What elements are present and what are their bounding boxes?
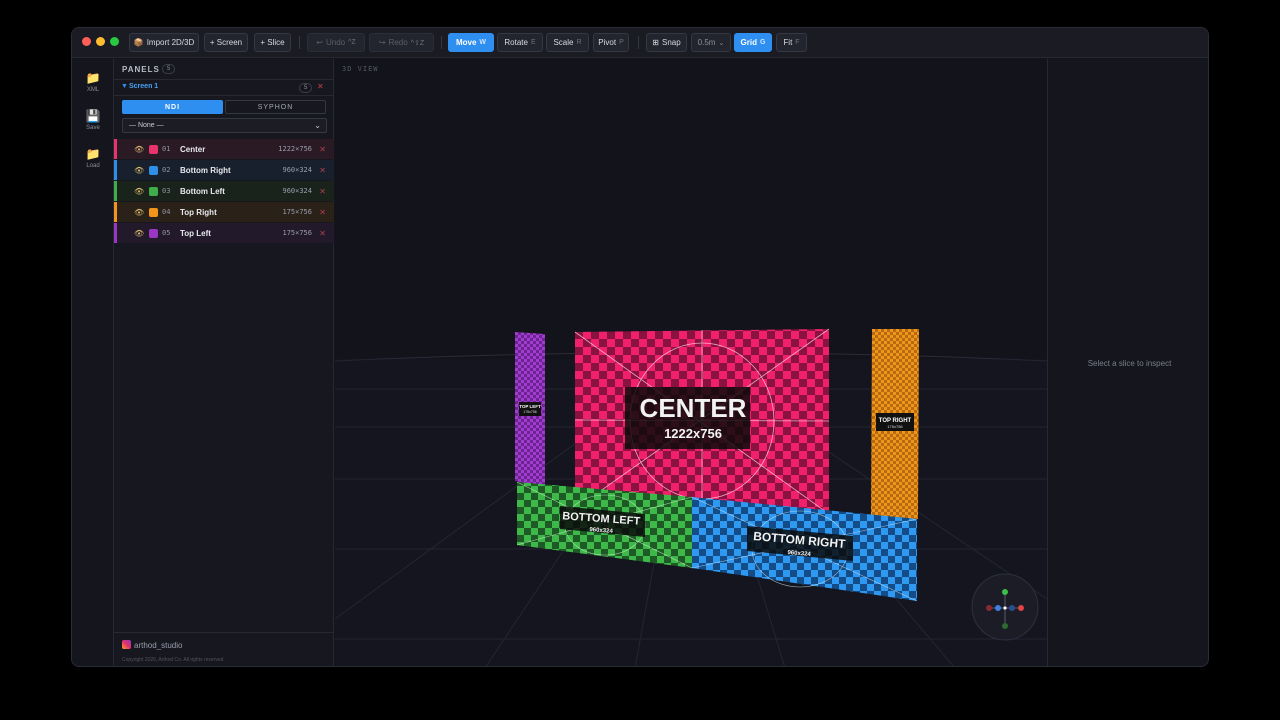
color-bar (114, 139, 117, 159)
footer-copyright: Copyright 2026, Arthod Co. All rights re… (122, 657, 224, 663)
add-slice-button[interactable]: + Slice (254, 33, 291, 52)
redo-icon: ↪ (378, 38, 386, 47)
panels-sidebar: PANELS 5 ▼ Screen 1 5 ✕ NDI SYPHON — Non… (114, 59, 334, 666)
chevron-down-icon: ▼ (121, 83, 128, 90)
scale-tool-button[interactable]: Scale R (546, 33, 589, 52)
undo-icon: ↩ (316, 38, 323, 47)
divider (114, 632, 334, 633)
panel-row-top-right[interactable]: 👁 04 Top Right 175×756 ✕ (114, 202, 334, 222)
maximize-window-button[interactable] (110, 37, 119, 46)
panels-count-badge: 5 (162, 64, 176, 74)
panel-row-top-left[interactable]: 👁 05 Top Left 175×756 ✕ (114, 223, 334, 243)
screen-name: Screen 1 (129, 83, 159, 90)
snap-toggle-button[interactable]: ⊞ Snap (646, 33, 687, 52)
panel-row-center[interactable]: 👁 01 Center 1222×756 ✕ (114, 139, 334, 159)
undo-button[interactable]: ↩ Undo ^Z (307, 33, 365, 52)
color-bar (114, 223, 117, 243)
left-rail: 📁 XML 💾 Save 📁 Load (72, 59, 114, 666)
fit-view-button[interactable]: Fit F (776, 33, 807, 52)
color-swatch (149, 186, 158, 196)
eye-icon[interactable]: 👁 (134, 229, 144, 238)
move-tool-button[interactable]: Move W (448, 33, 494, 52)
panel-row-bottom-left[interactable]: 👁 03 Bottom Left 960×324 ✕ (114, 181, 334, 201)
delete-icon[interactable]: ✕ (319, 145, 326, 154)
top-right-screen[interactable]: TOP RIGHT 175x756 (871, 329, 919, 519)
color-swatch (149, 207, 158, 217)
delete-icon[interactable]: ✕ (319, 166, 326, 175)
close-icon[interactable]: ✕ (317, 82, 324, 91)
screen-count-badge: 5 (299, 83, 313, 93)
instagram-icon (122, 640, 131, 649)
top-left-screen[interactable]: TOP LEFT 175x756 (515, 332, 545, 487)
inspector-empty-text: Select a slice to inspect (1087, 359, 1172, 368)
minimize-window-button[interactable] (96, 37, 105, 46)
load-button[interactable]: 📁 Load (72, 147, 114, 169)
folder-icon: 📁 (85, 71, 101, 85)
toolbar: 📦 Import 2D/3D + Screen + Slice ↩ Undo ^Z ↪… (72, 28, 1208, 58)
delete-icon[interactable]: ✕ (319, 208, 326, 217)
color-swatch (149, 228, 158, 238)
color-swatch (149, 165, 158, 175)
delete-icon[interactable]: ✕ (319, 229, 326, 238)
syphon-tab[interactable]: SYPHON (225, 100, 326, 114)
3d-viewport[interactable]: 3D VIEW TOP LEFT 175x756 CENTER 1222x756… (335, 59, 1047, 666)
orientation-gizmo[interactable] (971, 573, 1039, 641)
eye-icon[interactable]: 👁 (134, 187, 144, 196)
save-button[interactable]: 💾 Save (72, 109, 114, 131)
source-select[interactable]: — None — ⌄ (122, 118, 327, 133)
floppy-icon: 💾 (85, 109, 101, 123)
eye-icon[interactable]: 👁 (134, 166, 144, 175)
rotate-tool-button[interactable]: Rotate E (497, 33, 543, 52)
chevron-down-icon: ⌄ (718, 39, 725, 47)
app-window: 📦 Import 2D/3D + Screen + Slice ↩ Undo ^Z ↪… (71, 27, 1209, 667)
grid-toggle-button[interactable]: Grid G (734, 33, 772, 52)
redo-button[interactable]: ↪ Redo ^⇧Z (369, 33, 434, 52)
center-screen[interactable]: CENTER 1222x756 (574, 328, 830, 515)
top-right-dim: 175x756 (887, 424, 903, 429)
divider (299, 36, 300, 49)
panels-heading: PANELS (122, 65, 160, 74)
import-button[interactable]: 📦 Import 2D/3D (129, 33, 199, 52)
snap-size-select[interactable]: 0.5m ⌄ (691, 33, 731, 52)
package-icon: 📦 (133, 38, 144, 47)
ndi-tab[interactable]: NDI (122, 100, 223, 114)
scene-svg: TOP LEFT 175x756 CENTER 1222x756 TOP RIG… (335, 328, 1047, 666)
divider (638, 36, 639, 49)
panel-row-bottom-right[interactable]: 👁 02 Bottom Right 960×324 ✕ (114, 160, 334, 180)
color-bar (114, 181, 117, 201)
footer-handle[interactable]: arthod_studio (122, 640, 182, 650)
top-left-title: TOP LEFT (519, 404, 541, 409)
chevron-down-icon: ⌄ (314, 121, 321, 130)
color-swatch (149, 144, 158, 154)
folder-icon: 📁 (85, 147, 101, 161)
center-dim: 1222x756 (664, 426, 722, 441)
grid-small-icon: ⊞ (652, 38, 659, 47)
eye-icon[interactable]: 👁 (134, 208, 144, 217)
top-left-dim: 175x756 (523, 410, 536, 414)
pivot-tool-button[interactable]: Pivot P (593, 33, 629, 52)
color-bar (114, 202, 117, 222)
center-title: CENTER (640, 393, 747, 423)
color-bar (114, 160, 117, 180)
inspector-panel: Select a slice to inspect (1047, 59, 1208, 666)
add-screen-button[interactable]: + Screen (204, 33, 248, 52)
divider (441, 36, 442, 49)
delete-icon[interactable]: ✕ (319, 187, 326, 196)
eye-icon[interactable]: 👁 (134, 145, 144, 154)
xml-button[interactable]: 📁 XML (72, 71, 114, 93)
screen-row[interactable]: ▼ Screen 1 5 ✕ (114, 79, 334, 96)
close-window-button[interactable] (82, 37, 91, 46)
